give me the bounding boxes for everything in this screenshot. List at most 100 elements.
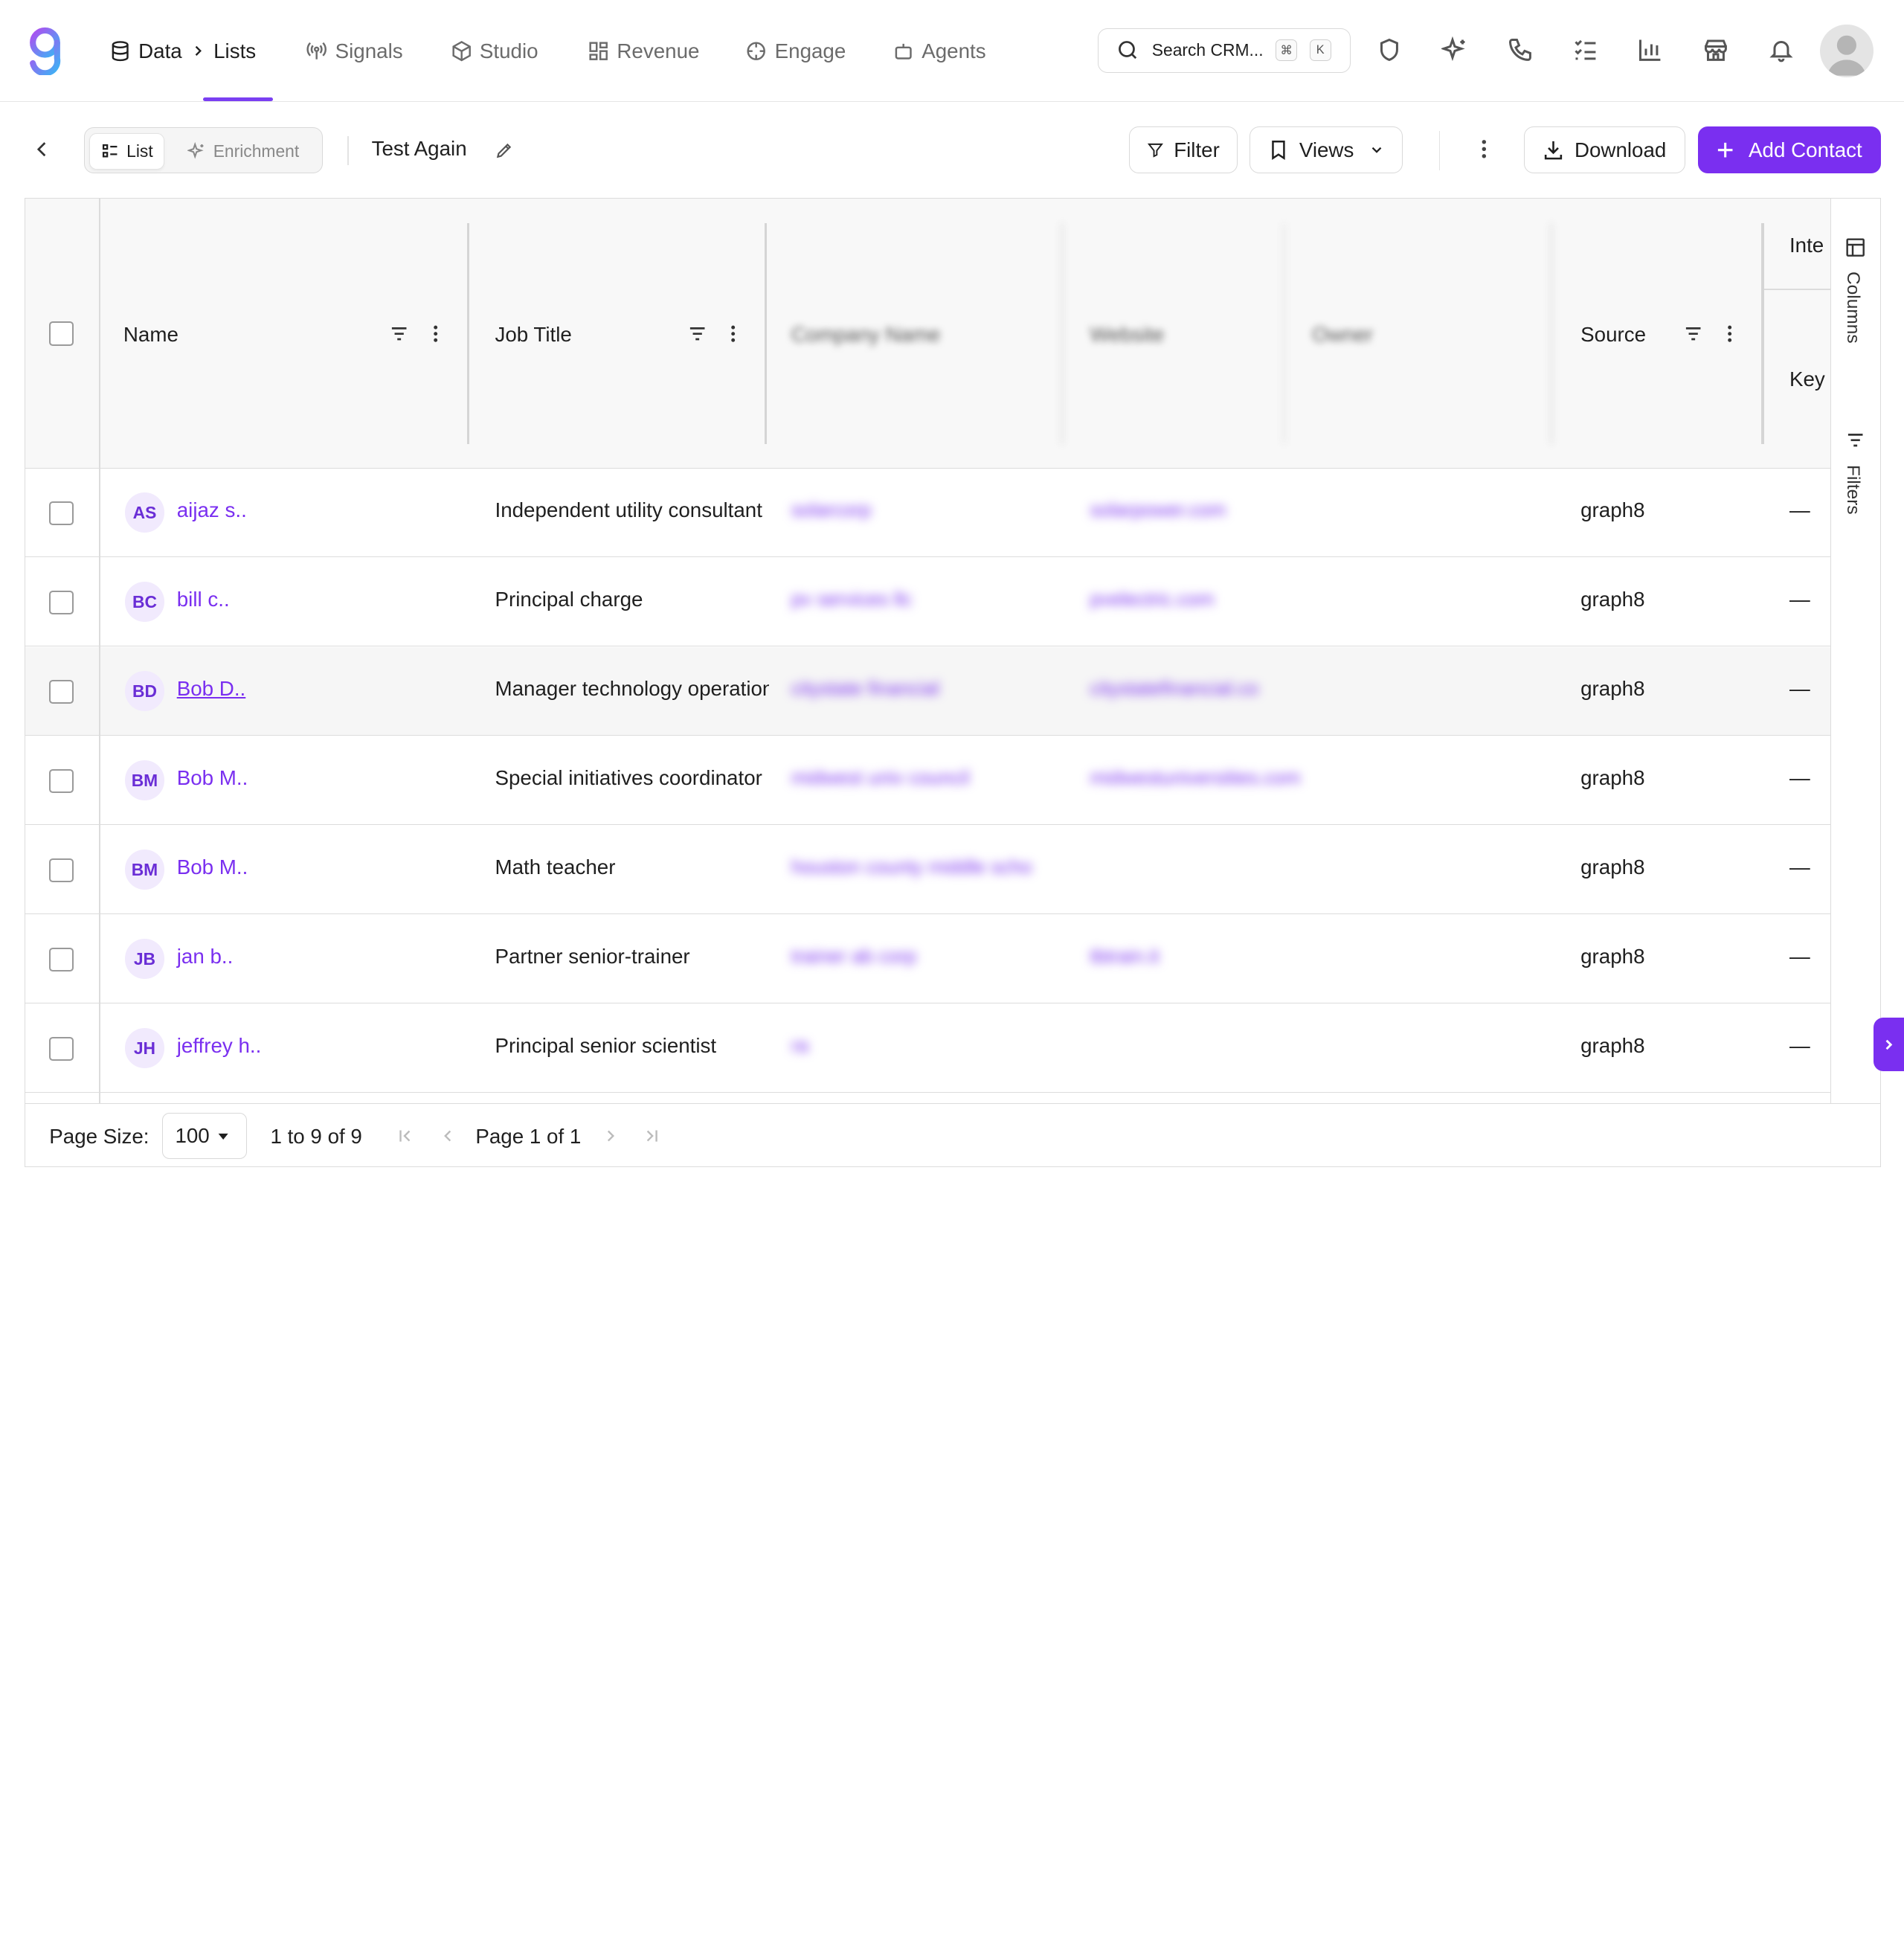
- column-resize-handle[interactable]: [1761, 222, 1764, 444]
- task-list-icon[interactable]: [1572, 36, 1599, 63]
- nav-data-link[interactable]: Data: [138, 39, 182, 63]
- column-header-company-blurred[interactable]: Company Name: [791, 323, 941, 347]
- table-row[interactable]: BM Bob M.. Special initiatives coordinator…: [25, 736, 1831, 825]
- bell-icon[interactable]: [1768, 36, 1795, 63]
- source-cell: graph8: [1580, 855, 1645, 879]
- intent-cell: —: [1789, 1034, 1810, 1058]
- row-checkbox[interactable]: [49, 590, 74, 615]
- views-dropdown[interactable]: Views: [1250, 126, 1403, 174]
- nav-engage[interactable]: Engage: [745, 35, 846, 66]
- company-cell-blurred[interactable]: ra: [791, 1034, 808, 1057]
- last-page-icon[interactable]: [642, 1126, 661, 1146]
- website-cell-blurred[interactable]: tbtrain.it: [1090, 945, 1160, 968]
- user-avatar[interactable]: [1820, 24, 1874, 78]
- table-row[interactable]: BC bill c.. Principal charge pv services ll…: [25, 557, 1831, 646]
- graph8-logo[interactable]: [27, 27, 65, 76]
- table-row[interactable]: BD Bob D.. Manager technology operations ci…: [25, 646, 1831, 736]
- website-cell-blurred[interactable]: citystatefinancial.co: [1090, 677, 1258, 700]
- column-resize-handle[interactable]: [1061, 222, 1064, 444]
- store-icon[interactable]: [1702, 36, 1729, 63]
- contact-name-link[interactable]: aijaz s..: [177, 498, 247, 522]
- sort-filter-icon[interactable]: [686, 323, 708, 344]
- back-arrow-icon[interactable]: [31, 138, 53, 160]
- bar-chart-icon[interactable]: [1637, 36, 1664, 63]
- company-cell-blurred[interactable]: midwest univ council: [791, 766, 969, 789]
- download-button[interactable]: Download: [1524, 126, 1686, 174]
- table-row[interactable]: JH jeffrey h.. Principal senior scientist r…: [25, 1003, 1831, 1093]
- row-checkbox[interactable]: [49, 858, 74, 883]
- table-row[interactable]: AS aijaz s.. Independent utility consultan…: [25, 468, 1831, 557]
- column-menu-icon[interactable]: [425, 323, 446, 344]
- page-size-select[interactable]: 100: [162, 1112, 248, 1159]
- nav-signals[interactable]: Signals: [306, 35, 403, 66]
- source-cell: graph8: [1580, 945, 1645, 969]
- contact-name-link[interactable]: Bob D..: [177, 677, 246, 701]
- contact-name-link[interactable]: Bob M..: [177, 855, 248, 879]
- more-options-icon[interactable]: [1472, 137, 1496, 161]
- column-header-keywords[interactable]: Key: [1789, 367, 1825, 391]
- column-group-header-intent[interactable]: Inte: [1789, 234, 1824, 257]
- website-cell-blurred[interactable]: midwestuniversities.com: [1090, 766, 1301, 789]
- first-page-icon[interactable]: [396, 1126, 415, 1146]
- download-icon: [1544, 141, 1563, 160]
- sort-filter-icon[interactable]: [388, 323, 410, 344]
- company-cell-blurred[interactable]: solarcorp: [791, 498, 871, 521]
- column-resize-handle[interactable]: [1283, 222, 1286, 444]
- company-cell-blurred[interactable]: pv services llc: [791, 588, 913, 611]
- columns-table-icon[interactable]: [1844, 237, 1866, 258]
- row-checkbox[interactable]: [49, 947, 74, 972]
- column-header-owner-blurred[interactable]: Owner: [1312, 323, 1373, 347]
- phone-icon[interactable]: [1507, 36, 1534, 63]
- job-title-cell: Partner senior-trainer: [495, 945, 690, 969]
- website-cell-blurred[interactable]: pvelectric.com: [1090, 588, 1215, 611]
- sparkle-icon[interactable]: [1441, 36, 1468, 63]
- filter-button[interactable]: Filter: [1129, 126, 1238, 174]
- column-menu-icon[interactable]: [1719, 323, 1740, 344]
- add-contact-label: Add Contact: [1749, 138, 1862, 161]
- nav-lists-link[interactable]: Lists: [213, 39, 256, 63]
- nav-studio[interactable]: Studio: [451, 35, 538, 66]
- column-header-name[interactable]: Name: [123, 323, 178, 347]
- contact-name-link[interactable]: jeffrey h..: [177, 1034, 262, 1058]
- company-cell-blurred[interactable]: trainer ab corp: [791, 945, 916, 968]
- previous-page-icon[interactable]: [438, 1126, 457, 1146]
- contact-name-link[interactable]: jan b..: [177, 945, 234, 969]
- column-menu-icon[interactable]: [722, 323, 744, 344]
- intent-cell: —: [1789, 498, 1810, 522]
- shield-icon[interactable]: [1376, 36, 1403, 63]
- column-resize-handle[interactable]: [1550, 222, 1553, 444]
- row-checkbox[interactable]: [49, 768, 74, 794]
- table-row[interactable]: JB jan b.. Partner senior-trainer trainer a…: [25, 914, 1831, 1003]
- search-crm-input[interactable]: Search CRM... ⌘ K: [1097, 28, 1351, 73]
- column-resize-handle[interactable]: [764, 222, 768, 444]
- filter-lines-icon[interactable]: [1844, 429, 1866, 451]
- next-page-icon[interactable]: [601, 1126, 620, 1146]
- contact-name-link[interactable]: Bob M..: [177, 766, 248, 790]
- table-row[interactable]: BM Bob M.. Math teacher houston county midd…: [25, 825, 1831, 914]
- source-cell: graph8: [1580, 498, 1645, 522]
- column-resize-handle[interactable]: [466, 222, 470, 444]
- nav-revenue[interactable]: Revenue: [588, 35, 699, 66]
- column-header-job-title[interactable]: Job Title: [495, 323, 571, 347]
- nav-agents[interactable]: Agents: [892, 35, 986, 66]
- select-all-checkbox[interactable]: [49, 321, 74, 346]
- add-contact-button[interactable]: Add Contact: [1697, 126, 1882, 174]
- edit-pencil-icon[interactable]: [495, 141, 514, 160]
- row-checkbox[interactable]: [49, 679, 74, 704]
- filters-panel-toggle[interactable]: Filters: [1842, 465, 1863, 515]
- contact-name-link[interactable]: bill c..: [177, 588, 230, 611]
- sparkle-icon: [187, 142, 205, 159]
- source-cell: graph8: [1580, 588, 1645, 611]
- website-cell-blurred[interactable]: solarpower.com: [1090, 498, 1226, 521]
- sort-filter-icon[interactable]: [1682, 323, 1704, 344]
- tab-list[interactable]: List: [89, 132, 165, 170]
- company-cell-blurred[interactable]: houston county middle scho: [791, 855, 1032, 879]
- company-cell-blurred[interactable]: citystate financial: [791, 677, 939, 700]
- expand-panel-tab[interactable]: [1874, 1018, 1904, 1072]
- tab-enrichment[interactable]: Enrichment: [177, 133, 310, 170]
- row-checkbox[interactable]: [49, 1036, 74, 1062]
- column-header-source[interactable]: Source: [1580, 323, 1646, 347]
- columns-panel-toggle[interactable]: Columns: [1842, 272, 1863, 344]
- column-header-website-blurred[interactable]: Website: [1090, 323, 1165, 347]
- row-checkbox[interactable]: [49, 501, 74, 526]
